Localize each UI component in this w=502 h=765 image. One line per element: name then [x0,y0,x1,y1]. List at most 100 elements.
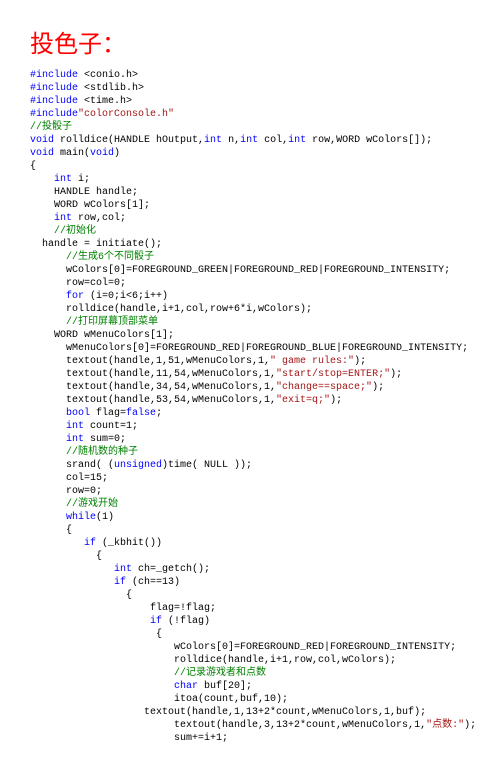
token-kw: void [90,148,114,159]
token-nm [30,317,66,328]
token-nm: { [30,525,72,536]
token-nm: ); [354,356,366,367]
token-nm: rolldice(handle,i+1,col,row+6*i,wColors)… [30,304,312,315]
token-nm: row,WORD wColors[]); [306,135,432,146]
code-line: rolldice(handle,i+1,row,col,wColors); [30,654,472,667]
code-line: //记录游戏者和点数 [30,667,472,680]
token-kw: void [30,148,54,159]
token-nm [30,564,114,575]
token-kw: int [288,135,306,146]
code-line: textout(handle,1,13+2*count,wMenuColors,… [30,706,472,719]
code-line: if (!flag) [30,615,472,628]
token-st: "colorConsole.h" [78,109,174,120]
code-line: row=0; [30,485,472,498]
code-block: #include <conio.h>#include <stdlib.h>#in… [30,69,472,745]
token-cm: //随机数的种子 [66,447,138,458]
token-kw: void [30,135,54,146]
token-nm: ch=_getch(); [132,564,210,575]
token-kw: int [54,174,72,185]
token-nm: ); [390,369,402,380]
token-kw: false [126,408,156,419]
token-nm: row,col; [72,213,126,224]
token-nm: <conio.h> [78,70,138,81]
code-line: char buf[20]; [30,680,472,693]
token-nm: i; [72,174,90,185]
token-kw: if [114,577,126,588]
token-nm: textout(handle,1,51,wMenuColors,1, [30,356,270,367]
token-nm: main( [54,148,90,159]
token-nm: col=15; [30,473,108,484]
code-line: textout(handle,34,54,wMenuColors,1,"chan… [30,381,472,394]
code-line: textout(handle,11,54,wMenuColors,1,"star… [30,368,472,381]
token-kw: if [150,616,162,627]
code-line: wColors[0]=FOREGROUND_GREEN|FOREGROUND_R… [30,264,472,277]
token-pp: #include [30,96,78,107]
token-nm: srand( ( [30,460,114,471]
token-nm: (1) [96,512,114,523]
code-line: handle = initiate(); [30,238,472,251]
token-nm [30,226,54,237]
code-line: { [30,524,472,537]
token-nm: sum=0; [84,434,126,445]
token-cm: //记录游戏者和点数 [174,668,266,679]
token-nm: wMenuColors[0]=FOREGROUND_RED|FOREGROUND… [30,343,468,354]
code-line: //初始化 [30,225,472,238]
code-line: textout(handle,3,13+2*count,wMenuColors,… [30,719,472,732]
code-line: wMenuColors[0]=FOREGROUND_RED|FOREGROUND… [30,342,472,355]
token-nm [30,252,66,263]
token-st: " game rules:" [270,356,354,367]
token-nm: rolldice(HANDLE hOutput, [54,135,204,146]
code-line: #include <stdlib.h> [30,82,472,95]
token-nm: WORD wMenuColors[1]; [30,330,174,341]
code-line: row=col=0; [30,277,472,290]
code-line: void rolldice(HANDLE hOutput,int n,int c… [30,134,472,147]
token-nm: <time.h> [78,96,132,107]
code-line: int sum=0; [30,433,472,446]
token-nm: buf[20]; [198,681,252,692]
code-line: int i; [30,173,472,186]
token-nm: HANDLE handle; [30,187,138,198]
token-nm: { [30,590,132,601]
token-nm: wColors[0]=FOREGROUND_GREEN|FOREGROUND_R… [30,265,450,276]
token-nm: { [30,161,36,172]
code-line: //生成6个不同骰子 [30,251,472,264]
token-st: "点数:" [426,720,464,731]
token-st: "change==space;" [276,382,372,393]
code-line: #include"colorConsole.h" [30,108,472,121]
code-line: //投骰子 [30,121,472,134]
token-nm: n, [222,135,240,146]
token-nm: { [30,551,102,562]
token-nm: textout(handle,11,54,wMenuColors,1, [30,369,276,380]
token-kw: int [114,564,132,575]
token-st: "exit=q;" [276,395,330,406]
token-nm [30,538,84,549]
token-nm: textout(handle,34,54,wMenuColors,1, [30,382,276,393]
code-line: bool flag=false; [30,407,472,420]
token-kw: char [174,681,198,692]
code-line: { [30,160,472,173]
token-nm: ); [330,395,342,406]
token-cm: //投骰子 [30,122,72,133]
token-nm: itoa(count,buf,10); [30,694,288,705]
token-kw: int [240,135,258,146]
code-line: { [30,628,472,641]
token-nm [30,447,66,458]
token-nm: sum+=i+1; [30,733,228,744]
token-cm: //生成6个不同骰子 [66,252,154,263]
code-line: #include <time.h> [30,95,472,108]
token-kw: for [66,291,84,302]
code-line: while(1) [30,511,472,524]
doc-title: 投色子： [30,30,472,61]
code-line: if (ch==13) [30,576,472,589]
code-line: rolldice(handle,i+1,col,row+6*i,wColors)… [30,303,472,316]
code-line: { [30,550,472,563]
code-line: itoa(count,buf,10); [30,693,472,706]
token-kw: int [66,421,84,432]
code-line: //随机数的种子 [30,446,472,459]
token-nm: count=1; [84,421,138,432]
token-nm [30,616,150,627]
token-kw: bool [66,408,90,419]
code-line: { [30,589,472,602]
token-kw: int [54,213,72,224]
token-nm: col, [258,135,288,146]
